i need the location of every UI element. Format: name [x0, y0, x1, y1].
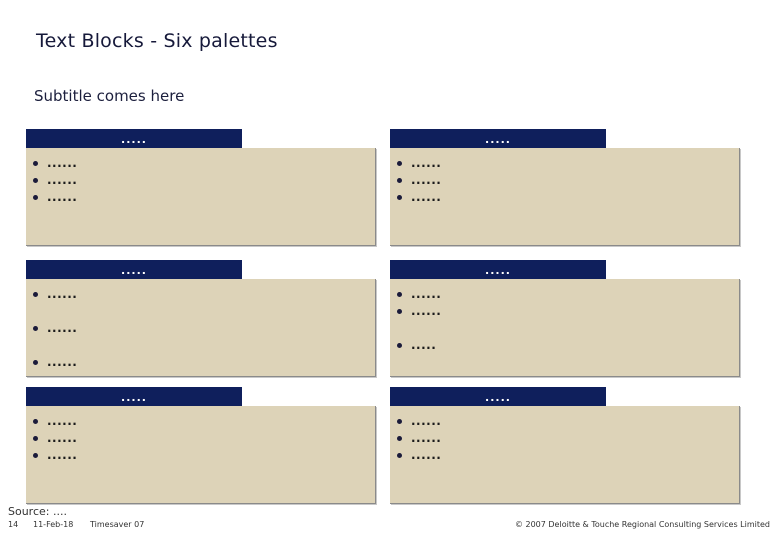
bullet-item: ...... [32, 354, 375, 371]
bullet-icon [397, 161, 402, 166]
bullet-item: ..... [396, 337, 739, 354]
slide: Text Blocks - Six palettes Subtitle come… [0, 0, 780, 540]
page-number: 14 [8, 520, 19, 529]
text-block-heading: ..... [26, 387, 242, 406]
footer-left: 14 11-Feb-18 Timesaver 07 [8, 520, 144, 529]
text-block-body: ...... ...... ...... [390, 148, 740, 246]
bullet-item: ...... [32, 172, 375, 189]
bullet-item: ...... [32, 447, 375, 464]
bullet-icon [397, 436, 402, 441]
bullet-icon [33, 195, 38, 200]
bullet-item: ...... [32, 189, 375, 206]
text-block-heading: ..... [26, 260, 242, 279]
bullet-icon [33, 178, 38, 183]
text-block-heading: ..... [390, 387, 606, 406]
bullet-icon [397, 453, 402, 458]
footer-date: 11-Feb-18 [33, 520, 74, 529]
text-block-body: ...... ...... ...... [26, 279, 376, 377]
bullet-item: ...... [32, 286, 375, 303]
bullet-item: ...... [32, 155, 375, 172]
bullet-item: ...... [396, 430, 739, 447]
bullet-item: ...... [32, 430, 375, 447]
text-block-heading: ..... [26, 129, 242, 148]
text-block-body: ...... ...... ..... [390, 279, 740, 377]
bullet-icon [33, 326, 38, 331]
text-block-body: ...... ...... ...... [26, 406, 376, 504]
bullet-item: ...... [32, 320, 375, 337]
bullet-item: ...... [396, 286, 739, 303]
bullet-item: ...... [396, 413, 739, 430]
bullet-item: ...... [32, 413, 375, 430]
bullet-icon [397, 309, 402, 314]
document-name: Timesaver 07 [90, 520, 145, 529]
source-note: Source: .... [8, 505, 67, 518]
slide-subtitle: Subtitle comes here [34, 87, 185, 105]
bullet-icon [397, 178, 402, 183]
bullet-icon [397, 343, 402, 348]
bullet-icon [33, 360, 38, 365]
bullet-icon [33, 436, 38, 441]
copyright: © 2007 Deloitte & Touche Regional Consul… [514, 520, 770, 529]
bullet-icon [397, 419, 402, 424]
bullet-item: ...... [396, 189, 739, 206]
text-block-heading: ..... [390, 129, 606, 148]
bullet-icon [33, 292, 38, 297]
bullet-item: ...... [396, 172, 739, 189]
bullet-icon [33, 419, 38, 424]
text-block-heading: ..... [390, 260, 606, 279]
bullet-item: ...... [396, 303, 739, 320]
text-block-body: ...... ...... ...... [390, 406, 740, 504]
bullet-icon [33, 161, 38, 166]
bullet-item: ...... [396, 447, 739, 464]
bullet-item: ...... [396, 155, 739, 172]
slide-title: Text Blocks - Six palettes [36, 30, 278, 52]
bullet-icon [397, 195, 402, 200]
bullet-icon [33, 453, 38, 458]
bullet-icon [397, 292, 402, 297]
text-block-body: ...... ...... ...... [26, 148, 376, 246]
